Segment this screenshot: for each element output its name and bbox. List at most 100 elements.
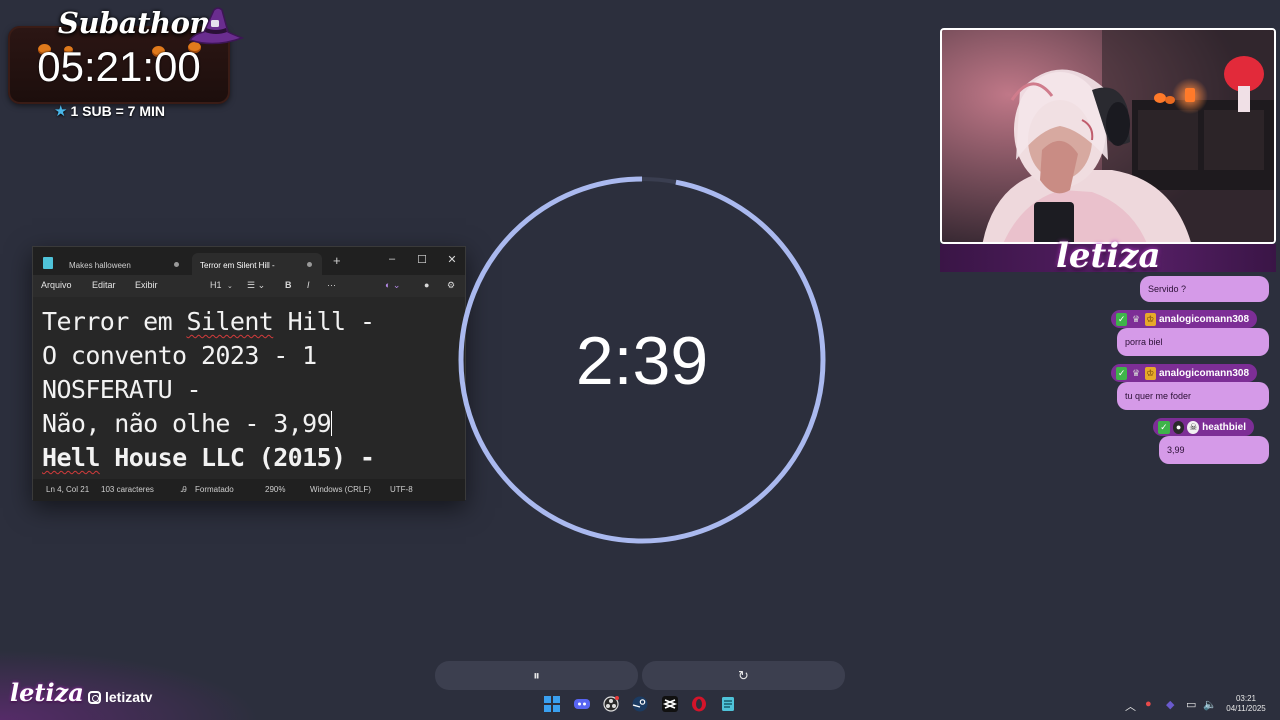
status-format[interactable]: Formatado xyxy=(195,485,234,494)
crown-badge-icon: ♔ xyxy=(1144,366,1156,380)
editor-line-5: Hell House LLC (2015) - xyxy=(42,443,375,472)
subscriber-badge-icon: ♛ xyxy=(1130,366,1142,380)
pause-icon: ⏸ xyxy=(533,667,540,683)
chat-username: analogicomann308 xyxy=(1158,313,1250,325)
taskbar-clock[interactable]: 03:21 04/11/2025 xyxy=(1222,694,1270,714)
status-line-ending[interactable]: Windows (CRLF) xyxy=(310,485,371,494)
streamer-logo: letiza xyxy=(1056,236,1161,276)
subathon-timer: 05:21:00 xyxy=(37,43,201,90)
footer-social: letizatv xyxy=(88,689,152,705)
crown-badge-icon: ♔ xyxy=(1144,312,1156,326)
notepad-statusbar: Ln 4, Col 21 103 caracteres Ꭿ Formatado … xyxy=(33,479,465,501)
notepad-icon[interactable] xyxy=(719,695,737,713)
clock-date: 04/11/2025 xyxy=(1226,704,1266,713)
unsaved-dot-icon xyxy=(307,262,312,267)
notepad-app-icon xyxy=(43,257,53,269)
format-icon: Ꭿ xyxy=(181,485,187,494)
spellcheck-word: Silent xyxy=(186,307,274,336)
chat-message: 3,99 xyxy=(1159,436,1269,464)
chat-message: tu quer me foder xyxy=(1117,382,1269,410)
tab-makes-halloween[interactable]: Makes halloween xyxy=(61,253,189,277)
verified-badge-icon: ✓ xyxy=(1116,366,1128,380)
chat-username: heathbiel xyxy=(1202,421,1247,433)
editor-line-4-text: Não, não olhe - 3,99 xyxy=(42,409,332,438)
notepad-editor[interactable]: Terror em Silent Hill - O convento 2023 … xyxy=(33,297,465,477)
chat-username-tag: ✓ ♛ ♔ analogicomann308 xyxy=(1111,364,1257,382)
footer-logo: letiza xyxy=(10,678,84,707)
heading-label: H1 xyxy=(210,280,222,290)
editor-line-2: O convento 2023 - 1 xyxy=(42,341,317,370)
heading-dropdown[interactable]: H1 ⌄ xyxy=(210,280,233,290)
chat-username: analogicomann308 xyxy=(1158,367,1250,379)
text-caret xyxy=(331,411,333,436)
windows-start-icon[interactable] xyxy=(543,695,561,713)
chat-message: porra biel xyxy=(1117,328,1269,356)
notepad-window[interactable]: Makes halloween Terror em Silent Hill - … xyxy=(32,246,466,501)
opera-icon[interactable] xyxy=(690,695,708,713)
settings-icon[interactable]: ⚙ xyxy=(447,280,455,291)
more-options-button[interactable]: ··· xyxy=(327,280,336,290)
subathon-rate-label: 1 SUB = 7 MIN xyxy=(70,103,165,119)
network-icon[interactable]: ▭ xyxy=(1186,698,1196,711)
menu-exibir[interactable]: Exibir xyxy=(135,280,158,290)
chat-message-text: 3,99 xyxy=(1167,445,1185,455)
capcut-icon[interactable] xyxy=(661,695,679,713)
streamer-brand-banner: letiza xyxy=(940,236,1276,276)
editor-line-4: Não, não olhe - 3,99 xyxy=(42,409,333,438)
verified-badge-icon: ✓ xyxy=(1158,420,1170,434)
bold-icon[interactable]: B xyxy=(285,280,292,290)
status-position: Ln 4, Col 21 xyxy=(46,485,90,494)
unsaved-dot-icon xyxy=(174,262,179,267)
tab-label: Makes halloween xyxy=(69,260,131,270)
minimize-button[interactable]: – xyxy=(377,249,407,269)
tray-app-icon[interactable]: ◆ xyxy=(1166,698,1174,711)
tray-app-icon[interactable]: ● xyxy=(1145,698,1152,710)
webcam-feed xyxy=(940,28,1276,244)
subathon-rate: ★ 1 SUB = 7 MIN xyxy=(54,103,165,119)
list-icon[interactable]: ☰ ⌄ xyxy=(247,280,265,291)
maximize-button[interactable]: ☐ xyxy=(407,249,437,269)
countdown-timer: 2:39 xyxy=(455,172,829,548)
menu-editar[interactable]: Editar xyxy=(92,280,116,290)
notepad-titlebar[interactable]: Makes halloween Terror em Silent Hill - … xyxy=(33,247,465,277)
chat-username-tag: ✓ ● ☠ heathbiel xyxy=(1153,418,1254,436)
instagram-icon xyxy=(88,690,101,704)
witch-hat-icon xyxy=(188,7,245,45)
subathon-widget: 05:21:00 Subathon ★ 1 SUB = 7 MIN xyxy=(6,4,245,119)
obs-icon[interactable] xyxy=(602,695,620,713)
steam-icon[interactable] xyxy=(631,695,649,713)
black-cat-badge-icon: ● xyxy=(1172,420,1185,434)
editor-line-1: Terror em Silent Hill - xyxy=(42,307,375,336)
discord-icon[interactable] xyxy=(573,695,591,713)
social-handle: letizatv xyxy=(105,689,153,705)
chat-message-text: porra biel xyxy=(1125,337,1163,347)
reset-button[interactable]: ↻ xyxy=(642,661,845,690)
skull-badge-icon: ☠ xyxy=(1187,420,1200,434)
tab-label: Terror em Silent Hill - xyxy=(200,260,275,270)
clock-time: 03:21 xyxy=(1235,694,1257,703)
tray-overflow-chevron-icon[interactable]: ︿ xyxy=(1125,698,1136,714)
chat-message-text: Servido ? xyxy=(1148,284,1187,294)
status-zoom[interactable]: 290% xyxy=(265,485,285,494)
copilot-icon[interactable]: ◐ ⌄ xyxy=(385,280,400,291)
webcam-image xyxy=(942,30,1274,242)
chat-username-tag: ✓ ♛ ♔ analogicomann308 xyxy=(1111,310,1257,328)
status-encoding[interactable]: UTF-8 xyxy=(390,485,413,494)
menu-arquivo[interactable]: Arquivo xyxy=(41,280,72,290)
volume-icon[interactable]: 🔈 xyxy=(1203,698,1217,711)
tab-terror-em-silent-hill[interactable]: Terror em Silent Hill - xyxy=(192,253,322,277)
verified-badge-icon: ✓ xyxy=(1116,312,1128,326)
chat-message: Servido ? xyxy=(1140,276,1269,302)
spellcheck-word: Hell xyxy=(42,443,100,472)
account-icon[interactable]: ● xyxy=(424,280,429,290)
new-tab-button[interactable]: + xyxy=(333,253,341,268)
italic-icon[interactable]: I xyxy=(307,280,310,290)
subscriber-badge-icon: ♛ xyxy=(1130,312,1142,326)
status-char-count: 103 caracteres xyxy=(101,485,154,494)
chevron-down-icon: ⌄ xyxy=(227,283,233,290)
pause-button[interactable]: ⏸ xyxy=(435,661,638,690)
reset-icon: ↻ xyxy=(738,667,749,683)
editor-line-3: NOSFERATU - xyxy=(42,375,202,404)
notepad-menubar: Arquivo Editar Exibir H1 ⌄ ☰ ⌄ B I ··· ◐… xyxy=(33,275,465,297)
star-icon: ★ xyxy=(54,102,68,120)
